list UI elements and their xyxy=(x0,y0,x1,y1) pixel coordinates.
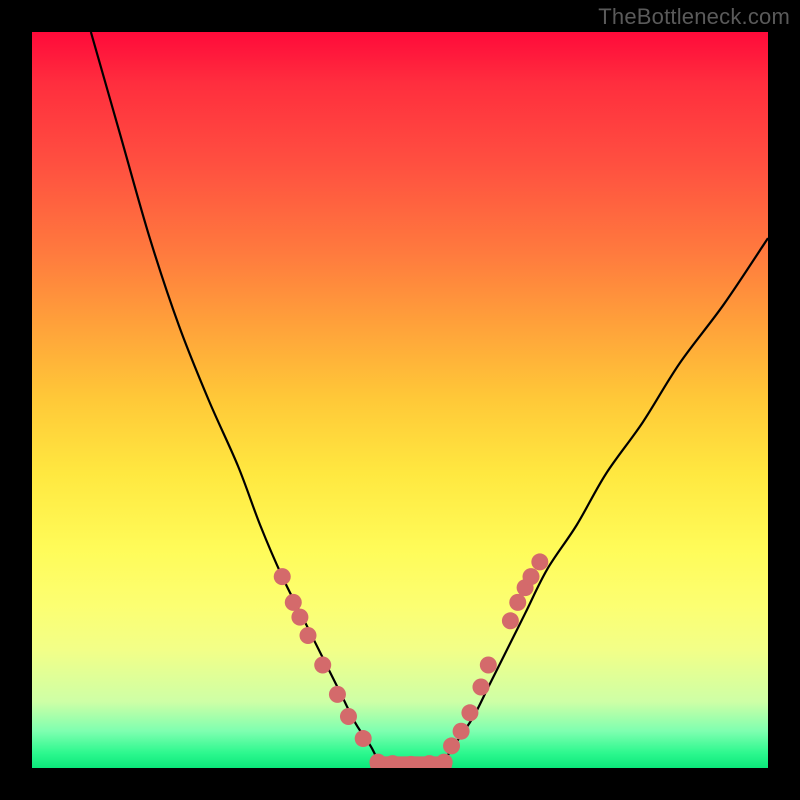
plot-area xyxy=(32,32,768,768)
datapoint-marker xyxy=(472,679,489,696)
right-curve xyxy=(444,238,768,761)
datapoint-marker xyxy=(355,730,372,747)
datapoint-marker xyxy=(523,568,540,585)
datapoint-marker xyxy=(274,568,291,585)
datapoint-marker xyxy=(329,686,346,703)
datapoint-markers xyxy=(274,553,549,768)
datapoint-marker xyxy=(314,656,331,673)
datapoint-marker xyxy=(340,708,357,725)
datapoint-marker xyxy=(509,594,526,611)
watermark-text: TheBottleneck.com xyxy=(598,4,790,30)
datapoint-marker xyxy=(291,609,308,626)
chart-stage: TheBottleneck.com xyxy=(0,0,800,800)
datapoint-marker xyxy=(531,553,548,570)
datapoint-marker xyxy=(480,656,497,673)
datapoint-marker xyxy=(369,754,386,768)
datapoint-marker xyxy=(443,737,460,754)
left-curve xyxy=(91,32,378,761)
chart-svg xyxy=(32,32,768,768)
datapoint-marker xyxy=(285,594,302,611)
datapoint-marker xyxy=(461,704,478,721)
datapoint-marker xyxy=(300,627,317,644)
datapoint-marker xyxy=(436,754,453,768)
datapoint-marker xyxy=(453,723,470,740)
datapoint-marker xyxy=(502,612,519,629)
